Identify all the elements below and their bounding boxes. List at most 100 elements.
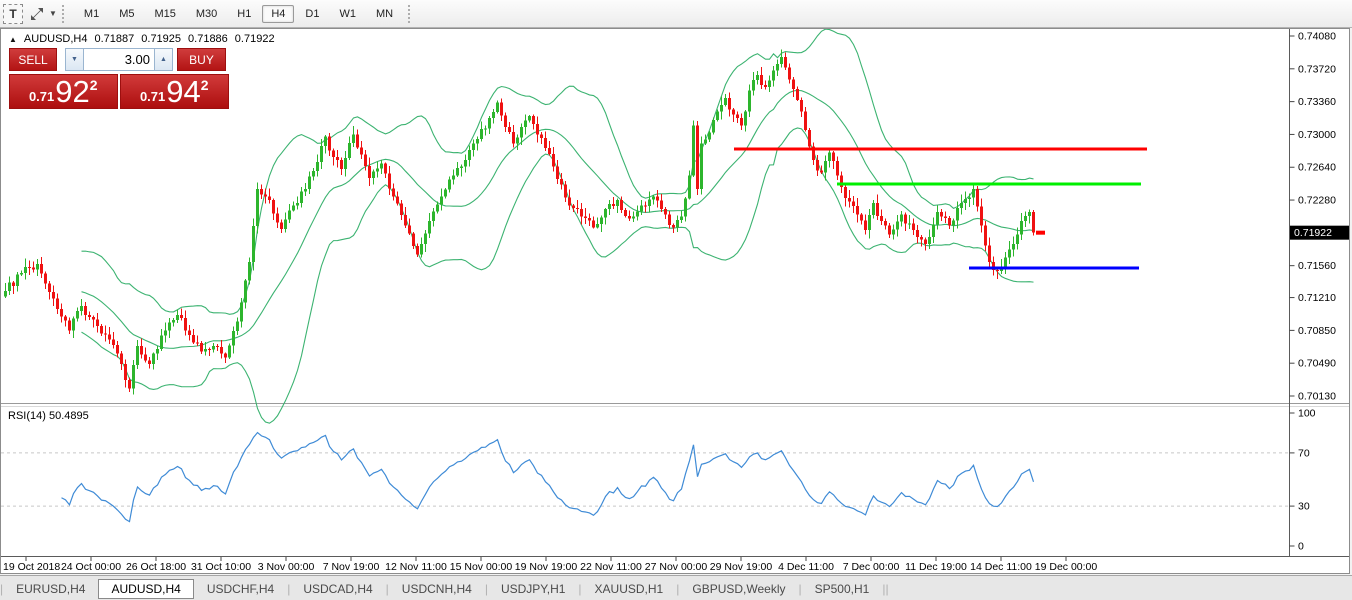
candle: [480, 129, 483, 139]
chart-tab-usdcnh-h4[interactable]: USDCNH,H4: [389, 579, 485, 599]
volume-input[interactable]: [84, 48, 154, 71]
candle: [532, 116, 535, 124]
candle: [584, 216, 587, 217]
candle: [408, 226, 411, 234]
sell-price-small: 0.71: [29, 89, 54, 104]
candle: [432, 211, 435, 221]
timeframe-button-m15[interactable]: M15: [145, 5, 184, 23]
time-axis-label: 15 Nov 00:00: [450, 561, 513, 573]
time-axis-label: 11 Dec 19:00: [905, 561, 967, 573]
candle: [948, 218, 951, 226]
candle: [528, 116, 531, 120]
candle: [192, 335, 195, 342]
candle: [736, 114, 739, 118]
volume-increase-button[interactable]: ▲: [154, 48, 173, 71]
sell-price-box[interactable]: 0.71 92 2: [9, 74, 118, 109]
candle: [960, 203, 963, 208]
candle: [884, 221, 887, 225]
candle: [452, 175, 455, 179]
chart-tab-usdjpy-h1[interactable]: USDJPY,H1: [488, 579, 578, 599]
timeframe-button-m5[interactable]: M5: [110, 5, 143, 23]
timeframe-button-m1[interactable]: M1: [75, 5, 108, 23]
candle: [332, 150, 335, 157]
chart-tab-usdcad-h4[interactable]: USDCAD,H4: [290, 579, 385, 599]
price-chart-canvas[interactable]: 0.740800.737200.733600.730000.726400.722…: [1, 29, 1349, 573]
timeframe-button-d1[interactable]: D1: [296, 5, 328, 23]
chart-tab-usdchf-h4[interactable]: USDCHF,H4: [194, 579, 287, 599]
chart-tab-eurusd-h4[interactable]: EURUSD,H4: [3, 579, 98, 599]
candle: [524, 121, 527, 127]
chart-tab-audusd-h4[interactable]: AUDUSD,H4: [98, 579, 193, 599]
rsi-indicator-label: RSI(14) 50.4895: [8, 410, 89, 422]
candle: [796, 89, 799, 100]
candle: [312, 171, 315, 176]
candle: [228, 346, 231, 358]
candle: [440, 196, 443, 204]
arrows-tool-icon[interactable]: [26, 4, 48, 24]
candle: [4, 291, 7, 296]
candle: [460, 167, 463, 169]
candle: [980, 206, 983, 225]
time-axis-label: 12 Nov 11:00: [385, 561, 447, 573]
candle: [672, 225, 675, 227]
candle: [924, 239, 927, 243]
arrows-tool-caret-icon[interactable]: ▼: [49, 9, 57, 18]
candle: [856, 206, 859, 215]
time-axis-label: 29 Nov 19:00: [710, 561, 773, 573]
candle: [24, 267, 27, 273]
volume-decrease-button[interactable]: ▼: [65, 48, 84, 71]
chart-tab-gbpusd-weekly[interactable]: GBPUSD,Weekly: [679, 579, 798, 599]
candle: [476, 139, 479, 144]
candle: [872, 203, 875, 215]
timeframe-button-h1[interactable]: H1: [228, 5, 260, 23]
toolbar-grip-2[interactable]: [408, 5, 415, 23]
candle: [536, 124, 539, 135]
buy-button[interactable]: BUY: [177, 48, 226, 71]
candle: [572, 206, 575, 208]
timeframe-toolbar: M1M5M15M30H1H4D1W1MN: [74, 5, 403, 23]
last-price-marker: [1036, 231, 1045, 235]
candle: [368, 166, 371, 178]
candle: [1008, 249, 1011, 257]
candle: [968, 198, 971, 199]
timeframe-button-w1[interactable]: W1: [330, 5, 365, 23]
candle: [816, 160, 819, 170]
candle: [180, 315, 183, 318]
candle: [260, 189, 263, 194]
candle: [632, 216, 635, 218]
candle: [464, 160, 467, 167]
candle: [96, 320, 99, 326]
candle: [908, 224, 911, 225]
candle: [316, 162, 319, 171]
text-tool-icon[interactable]: T: [3, 4, 23, 24]
candle: [172, 320, 175, 322]
candle: [196, 342, 199, 343]
timeframe-button-mn[interactable]: MN: [367, 5, 402, 23]
buy-price-box[interactable]: 0.71 94 2: [120, 74, 230, 109]
candle: [644, 206, 647, 207]
candle: [204, 349, 207, 352]
candle: [588, 218, 591, 221]
timeframe-button-h4[interactable]: H4: [262, 5, 294, 23]
candle: [676, 220, 679, 227]
candle: [152, 354, 155, 365]
candle: [92, 317, 95, 320]
candle: [596, 224, 599, 227]
timeframe-button-m30[interactable]: M30: [187, 5, 226, 23]
chart-tab-xauusd-h1[interactable]: XAUUSD,H1: [582, 579, 677, 599]
collapse-arrow-icon[interactable]: ▲: [9, 35, 17, 44]
candle: [760, 75, 763, 85]
sell-button[interactable]: SELL: [9, 48, 57, 71]
candle: [148, 361, 151, 364]
buy-price-big: 94: [166, 76, 200, 107]
candle: [360, 147, 363, 154]
candle: [12, 283, 15, 286]
candle: [576, 208, 579, 209]
toolbar-grip[interactable]: [62, 5, 69, 23]
candle: [916, 230, 919, 237]
candle: [428, 221, 431, 233]
candle: [296, 203, 299, 205]
chart-tab-sp500-h1[interactable]: SP500,H1: [802, 579, 883, 599]
candle: [472, 144, 475, 150]
time-axis-label: 26 Oct 18:00: [126, 561, 186, 573]
